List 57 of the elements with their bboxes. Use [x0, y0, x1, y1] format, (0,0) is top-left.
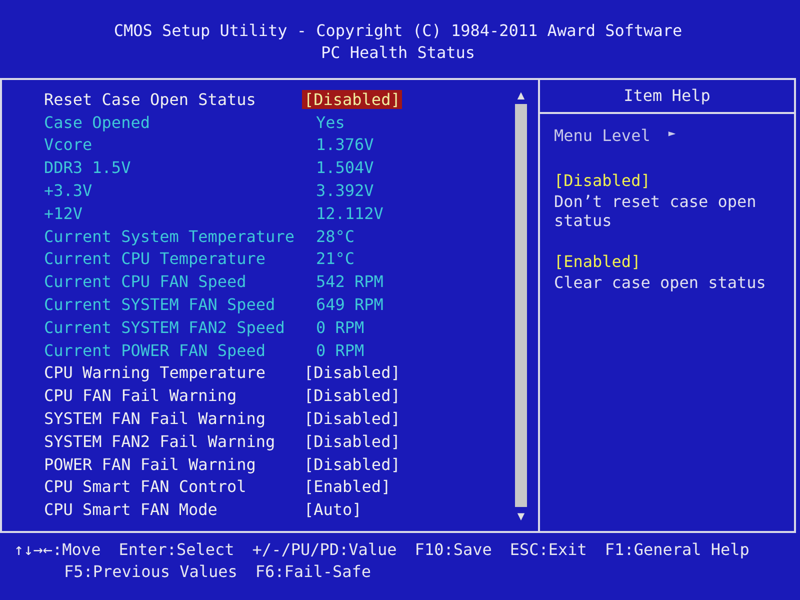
key-hint: F6:Fail-Safe [255, 561, 371, 583]
setting-label[interactable]: SYSTEM FAN Fail Warning [44, 409, 302, 428]
menu-level-label: Menu Level [554, 126, 650, 145]
setting-label: Current SYSTEM FAN Speed [44, 295, 276, 314]
help-option: [Enabled] [554, 252, 780, 271]
menu-level-arrow: ► [668, 126, 676, 142]
page-title: PC Health Status [320, 42, 476, 64]
setting-value[interactable]: [Disabled] [302, 386, 402, 406]
setting-label[interactable]: POWER FAN Fail Warning [44, 454, 302, 474]
key-hint: F1:General Help [604, 539, 750, 561]
setting-value[interactable]: [Disabled] [302, 90, 402, 109]
help-text: Clear case open status [554, 273, 767, 292]
setting-value: Yes [315, 112, 346, 132]
setting-value: 542 RPM [315, 272, 384, 292]
setting-value: 28°C [315, 226, 356, 246]
setting-label: Vcore [44, 135, 94, 154]
setting-value: 3.392V [315, 181, 375, 200]
setting-label[interactable]: SYSTEM FAN2 Fail Warning [44, 432, 302, 451]
setting-label: Current CPU FAN Speed [44, 272, 248, 292]
setting-label[interactable]: Reset Case Open Status [44, 90, 302, 109]
setting-value: 21°C [315, 249, 356, 268]
setting-label: Current System Temperature [44, 226, 296, 246]
setting-label[interactable]: CPU Smart FAN Mode [44, 500, 302, 520]
help-option: [Disabled] [554, 171, 780, 190]
scroll-up-arrow[interactable]: ▲ [517, 88, 525, 102]
key-hint: F10:Save [414, 539, 492, 561]
key-hint: F5:Previous Values [64, 561, 238, 583]
setting-label: Current CPU Temperature [44, 249, 267, 268]
setting-label: +12V [44, 204, 84, 223]
help-text: Don’t reset case open status [554, 192, 758, 230]
scroll-down-arrow[interactable]: ▼ [517, 509, 525, 523]
setting-value: 0 RPM [315, 318, 366, 337]
setting-value: 12.112V [315, 204, 384, 223]
setting-label: DDR3 1.5V [44, 158, 132, 178]
setting-label[interactable]: CPU FAN Fail Warning [44, 386, 302, 406]
setting-value: 0 RPM [315, 340, 366, 360]
setting-label: Current POWER FAN Speed [44, 340, 267, 360]
setting-value: 1.376V [315, 135, 375, 154]
setting-value[interactable]: [Enabled] [302, 477, 393, 496]
setting-label: +3.3V [44, 181, 94, 200]
key-hint: Enter:Select [118, 539, 234, 561]
key-hint: ESC:Exit [510, 539, 587, 561]
setting-value[interactable]: [Disabled] [302, 409, 402, 428]
setting-label: Case Opened [44, 112, 151, 132]
setting-value: 1.504V [315, 158, 375, 178]
setting-label: Current SYSTEM FAN2 Speed [44, 318, 286, 337]
setting-value[interactable]: [Disabled] [302, 432, 402, 451]
key-hint: +/-/PU/PD:Value [252, 539, 397, 561]
window-title: CMOS Setup Utility - Copyright (C) 1984-2011 Award Software [114, 20, 682, 42]
setting-label[interactable]: CPU Warning Temperature [44, 363, 302, 382]
help-title: Item Help [540, 80, 794, 114]
setting-value: 649 RPM [315, 295, 384, 314]
setting-value[interactable]: [Disabled] [302, 454, 402, 474]
setting-label[interactable]: CPU Smart FAN Control [44, 477, 302, 496]
setting-value[interactable]: [Auto] [302, 500, 364, 520]
setting-value[interactable]: [Disabled] [302, 363, 402, 382]
key-hint: ↑↓→←:Move [14, 539, 101, 561]
